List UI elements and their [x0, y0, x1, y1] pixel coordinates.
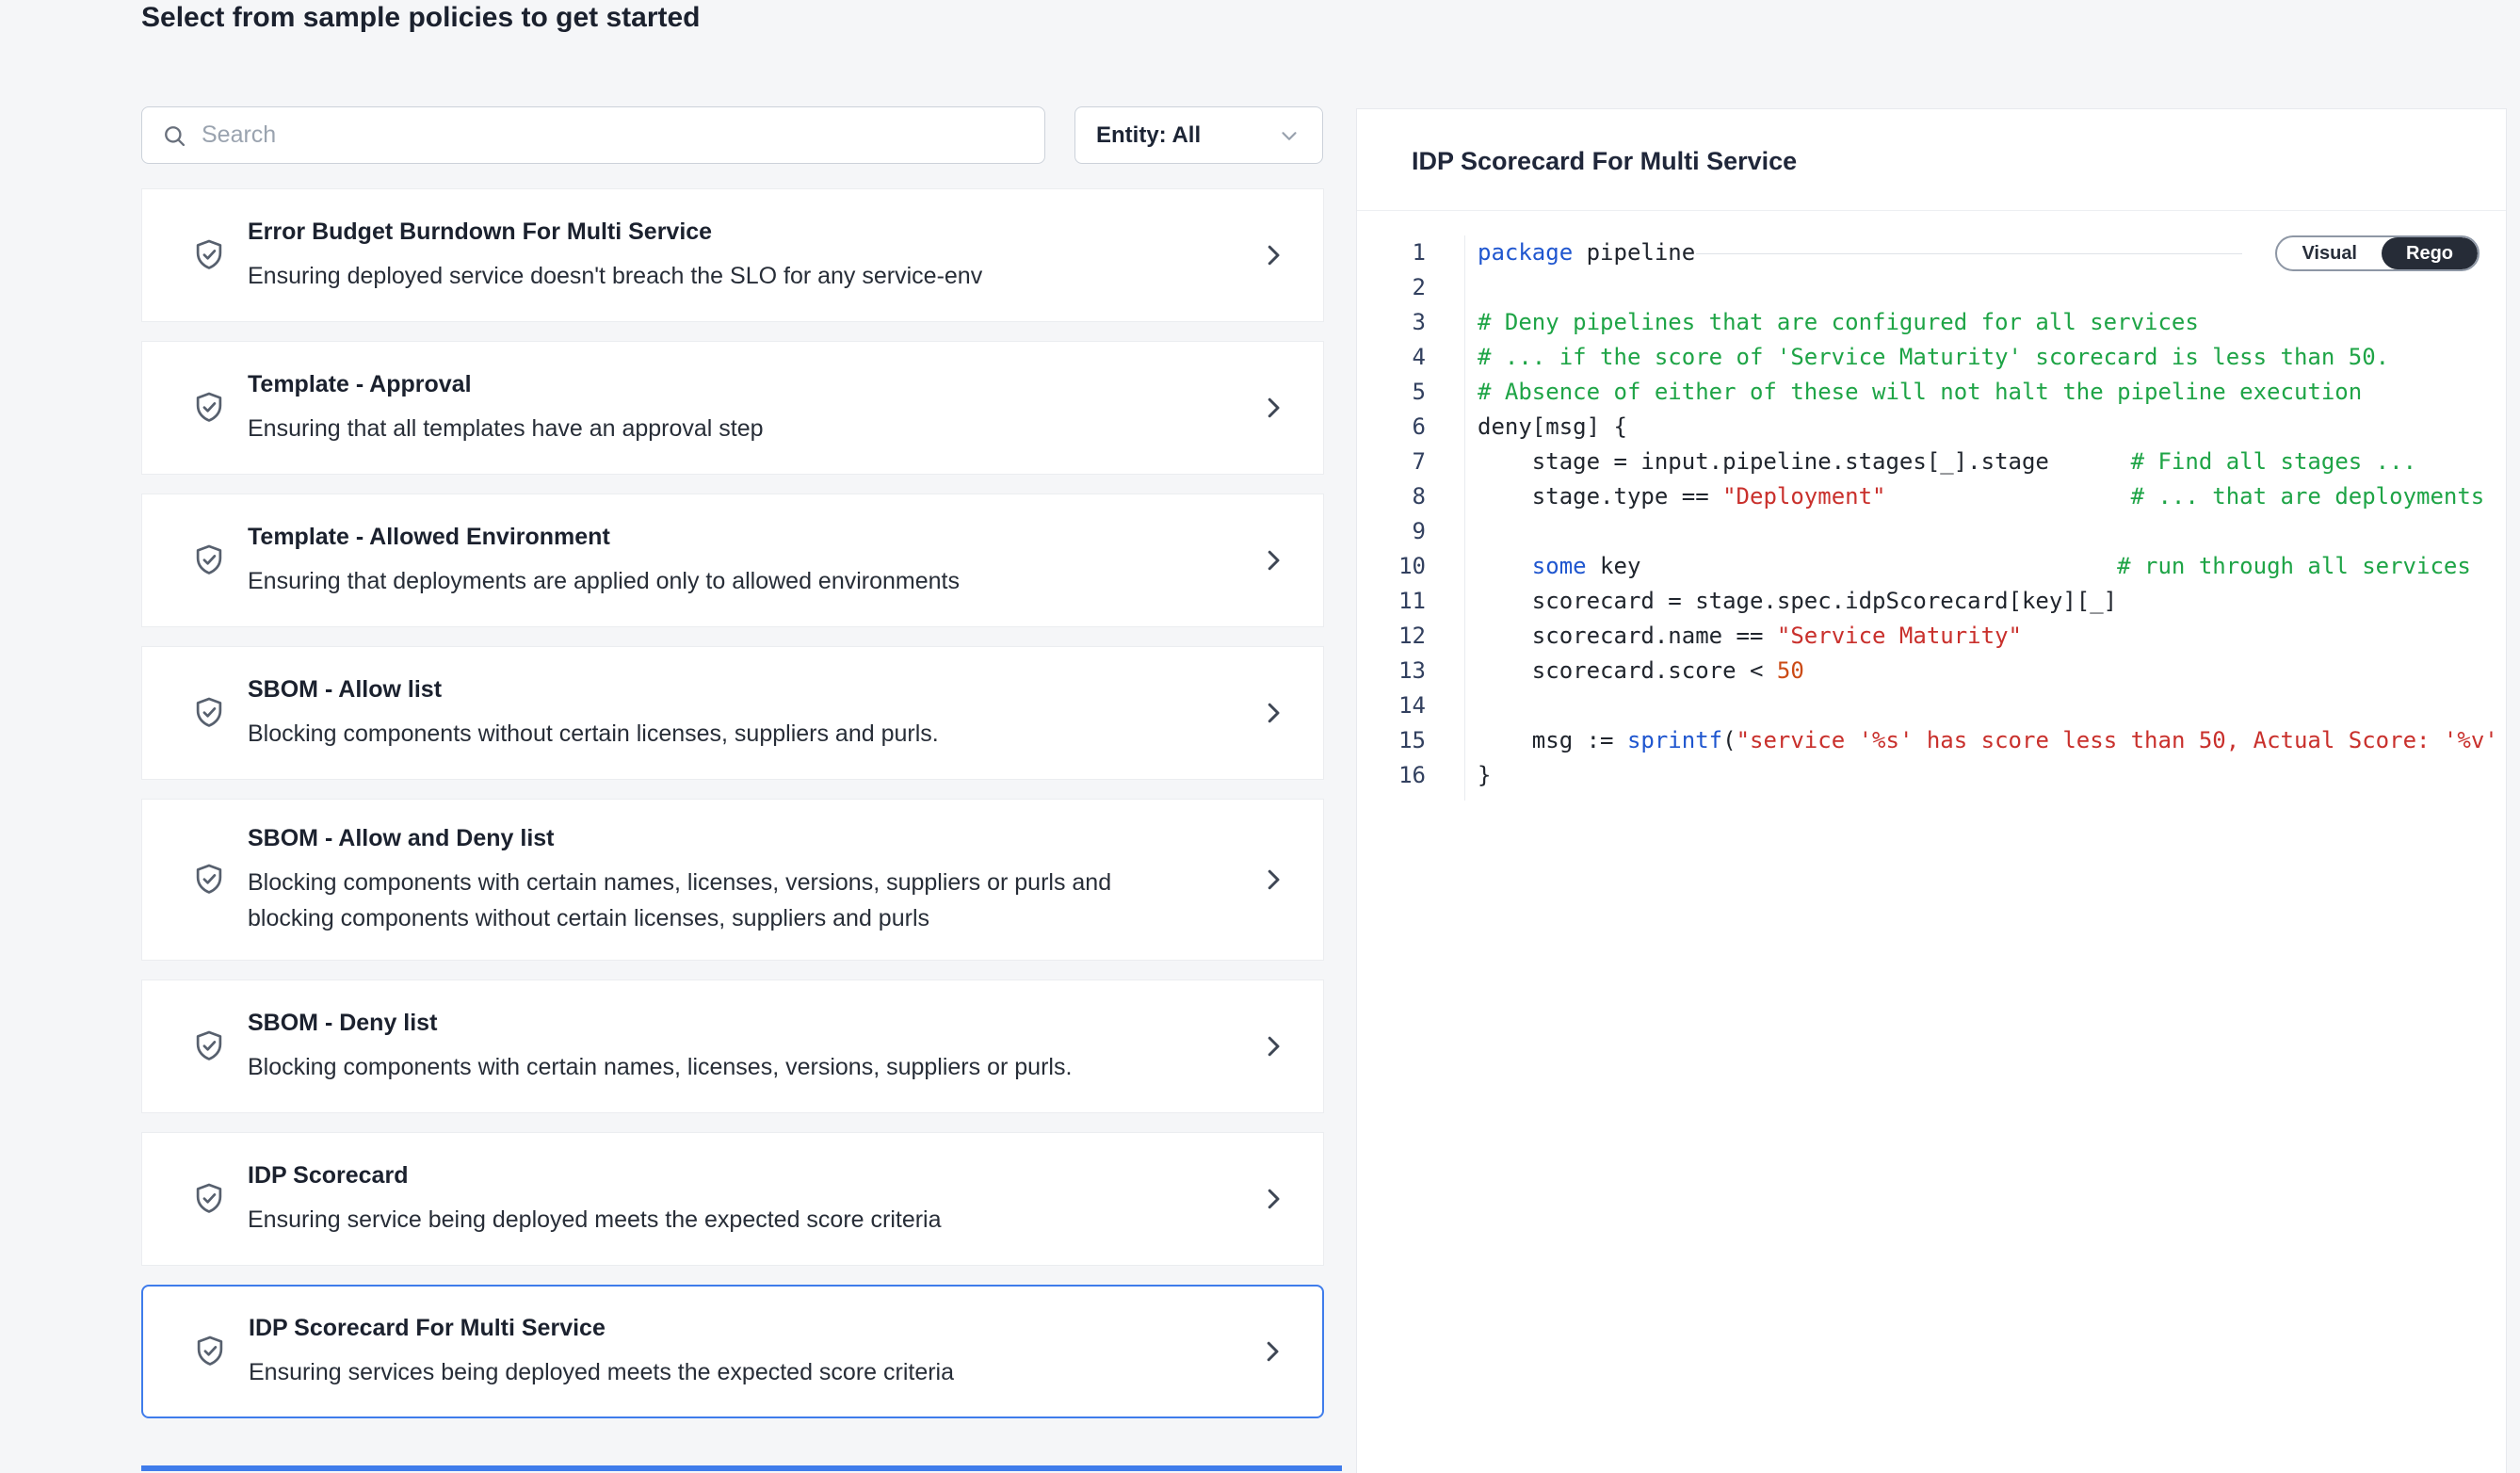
code-line: }: [1478, 758, 2506, 793]
policy-description: Ensuring service being deployed meets th…: [248, 1202, 1199, 1238]
code-line: deny[msg] {: [1478, 410, 2506, 445]
page-root: Select from sample policies to get start…: [0, 0, 2520, 1473]
policy-title: IDP Scorecard: [248, 1160, 1240, 1190]
view-mode-toggle: Visual Rego: [2275, 235, 2480, 271]
controls-row: Entity: All: [141, 106, 1323, 164]
chevron-right-icon: [1258, 1337, 1286, 1366]
policy-title: IDP Scorecard For Multi Service: [249, 1313, 1239, 1343]
policy-list-item[interactable]: IDP Scorecard For Multi Service Ensuring…: [141, 1285, 1324, 1418]
policy-title: Template - Allowed Environment: [248, 522, 1240, 552]
code-line: # Deny pipelines that are configured for…: [1478, 305, 2506, 340]
policy-description: Blocking components with certain names, …: [248, 1049, 1199, 1085]
policy-description: Ensuring that deployments are applied on…: [248, 563, 1199, 599]
policy-description: Ensuring services being deployed meets t…: [249, 1354, 1200, 1390]
code-line: [1478, 270, 2506, 305]
policy-list-item[interactable]: Error Budget Burndown For Multi Service …: [141, 188, 1324, 322]
code-line: [1478, 688, 2506, 723]
shield-check-icon: [191, 1028, 227, 1064]
code-line: some key # run through all services: [1478, 549, 2506, 584]
policy-text: IDP Scorecard Ensuring service being dep…: [248, 1160, 1240, 1238]
rego-toggle-option[interactable]: Rego: [2382, 237, 2478, 269]
code-editor: Visual Rego 12345678910111213141516 pack…: [1357, 211, 2506, 1473]
policy-text: Error Budget Burndown For Multi Service …: [248, 217, 1240, 294]
policy-text: SBOM - Allow list Blocking components wi…: [248, 674, 1240, 752]
policy-list-item[interactable]: SBOM - Allow list Blocking components wi…: [141, 646, 1324, 780]
code-line: stage.type == "Deployment" # ... that ar…: [1478, 479, 2506, 514]
entity-filter-dropdown[interactable]: Entity: All: [1074, 106, 1323, 164]
search-icon: [161, 122, 187, 149]
chevron-right-icon: [1259, 1185, 1287, 1213]
policy-list-item[interactable]: Template - Approval Ensuring that all te…: [141, 341, 1324, 475]
code-lines: package pipeline # Deny pipelines that a…: [1478, 235, 2506, 793]
policy-text: IDP Scorecard For Multi Service Ensuring…: [249, 1313, 1239, 1390]
chevron-right-icon: [1259, 241, 1287, 269]
shield-check-icon: [191, 862, 227, 898]
code-line: msg := sprintf("service '%s' has score l…: [1478, 723, 2506, 758]
entity-filter-label: Entity: All: [1096, 122, 1201, 149]
line-numbers: 12345678910111213141516: [1357, 235, 1426, 793]
gutter-divider: [1464, 235, 1465, 801]
shield-check-icon: [191, 237, 227, 273]
code-line: scorecard.score < 50: [1478, 654, 2506, 688]
chevron-right-icon: [1259, 866, 1287, 894]
shield-check-icon: [191, 1181, 227, 1217]
preview-title: IDP Scorecard For Multi Service: [1412, 147, 2451, 176]
policy-title: Error Budget Burndown For Multi Service: [248, 217, 1240, 247]
chevron-right-icon: [1259, 1032, 1287, 1060]
policy-list-item[interactable]: SBOM - Deny list Blocking components wit…: [141, 979, 1324, 1113]
code-line: scorecard = stage.spec.idpScorecard[key]…: [1478, 584, 2506, 619]
search-input[interactable]: [202, 121, 1026, 149]
policy-title: SBOM - Allow list: [248, 674, 1240, 704]
policy-description: Ensuring that all templates have an appr…: [248, 411, 1199, 446]
policy-description: Blocking components without certain lice…: [248, 716, 1199, 752]
policy-text: Template - Allowed Environment Ensuring …: [248, 522, 1240, 599]
policy-list-item[interactable]: Template - Allowed Environment Ensuring …: [141, 494, 1324, 627]
shield-check-icon: [191, 695, 227, 731]
policy-text: SBOM - Allow and Deny list Blocking comp…: [248, 823, 1240, 936]
code-line: stage = input.pipeline.stages[_].stage #…: [1478, 445, 2506, 479]
policy-list-item[interactable]: IDP Scorecard Ensuring service being dep…: [141, 1132, 1324, 1266]
page-title: Select from sample policies to get start…: [141, 2, 701, 34]
policy-list: Error Budget Burndown For Multi Service …: [141, 188, 1324, 1464]
policy-list-item[interactable]: SBOM - Allow and Deny list Blocking comp…: [141, 799, 1324, 961]
shield-check-icon: [191, 390, 227, 426]
policy-text: Template - Approval Ensuring that all te…: [248, 369, 1240, 446]
policy-title: Template - Approval: [248, 369, 1240, 399]
visual-toggle-option[interactable]: Visual: [2277, 237, 2382, 269]
shield-check-icon: [192, 1334, 228, 1369]
chevron-right-icon: [1259, 546, 1287, 575]
code-line: scorecard.name == "Service Maturity": [1478, 619, 2506, 654]
policy-title: SBOM - Deny list: [248, 1008, 1240, 1038]
shield-check-icon: [191, 542, 227, 578]
code-line: # ... if the score of 'Service Maturity'…: [1478, 340, 2506, 375]
policy-description: Blocking components with certain names, …: [248, 865, 1199, 936]
chevron-right-icon: [1259, 699, 1287, 727]
policy-description: Ensuring deployed service doesn't breach…: [248, 258, 1199, 294]
search-box[interactable]: [141, 106, 1045, 164]
policy-preview-panel: IDP Scorecard For Multi Service Visual R…: [1356, 108, 2507, 1473]
code-line: [1478, 514, 2506, 549]
code-line: # Absence of either of these will not ha…: [1478, 375, 2506, 410]
chevron-right-icon: [1259, 394, 1287, 422]
preview-header: IDP Scorecard For Multi Service: [1357, 109, 2506, 211]
left-panel-scroll-accent: [141, 1465, 1342, 1471]
code-grid: 12345678910111213141516 package pipeline…: [1357, 235, 2506, 793]
policy-text: SBOM - Deny list Blocking components wit…: [248, 1008, 1240, 1085]
chevron-down-icon: [1277, 123, 1301, 148]
policy-title: SBOM - Allow and Deny list: [248, 823, 1240, 853]
